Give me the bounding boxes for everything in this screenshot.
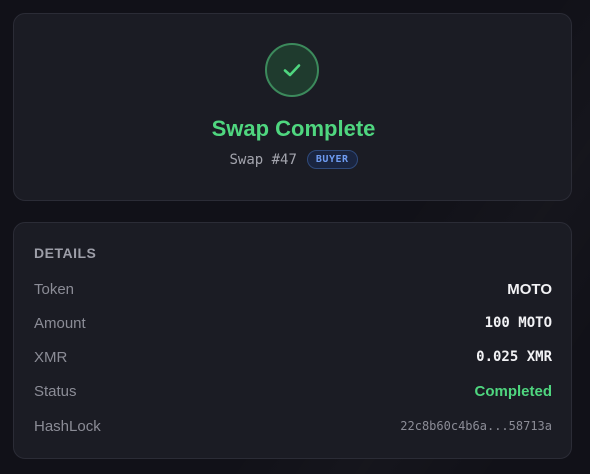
amount-value: 100 MOTO [484, 315, 552, 331]
detail-row-xmr: XMR 0.025 XMR [34, 345, 552, 369]
swap-meta: Swap #47 BUYER [14, 150, 573, 169]
token-value: MOTO [507, 280, 552, 298]
detail-label: Token [34, 280, 75, 298]
detail-row-token: Token MOTO [34, 277, 552, 301]
details-card: DETAILS Token MOTO Amount 100 MOTO XMR 0… [13, 222, 572, 459]
checkmark-icon [283, 64, 301, 77]
detail-row-hashlock: HashLock 22c8b60c4b6a...58713a [34, 414, 552, 438]
detail-label: XMR [34, 348, 68, 366]
detail-row-amount: Amount 100 MOTO [34, 311, 552, 335]
detail-row-status: Status Completed [34, 379, 552, 403]
swap-number: Swap #47 [229, 151, 297, 168]
detail-label: Status [34, 382, 77, 400]
role-badge: BUYER [306, 150, 358, 169]
hashlock-value[interactable]: 22c8b60c4b6a...58713a [400, 419, 552, 433]
detail-label: HashLock [34, 417, 101, 435]
swap-complete-card: Swap Complete Swap #47 BUYER [13, 13, 572, 201]
page-title: Swap Complete [211, 116, 376, 141]
details-heading: DETAILS [34, 245, 97, 261]
detail-label: Amount [34, 314, 86, 332]
status-value: Completed [474, 382, 552, 400]
success-status [265, 43, 319, 97]
xmr-value: 0.025 XMR [476, 349, 552, 365]
